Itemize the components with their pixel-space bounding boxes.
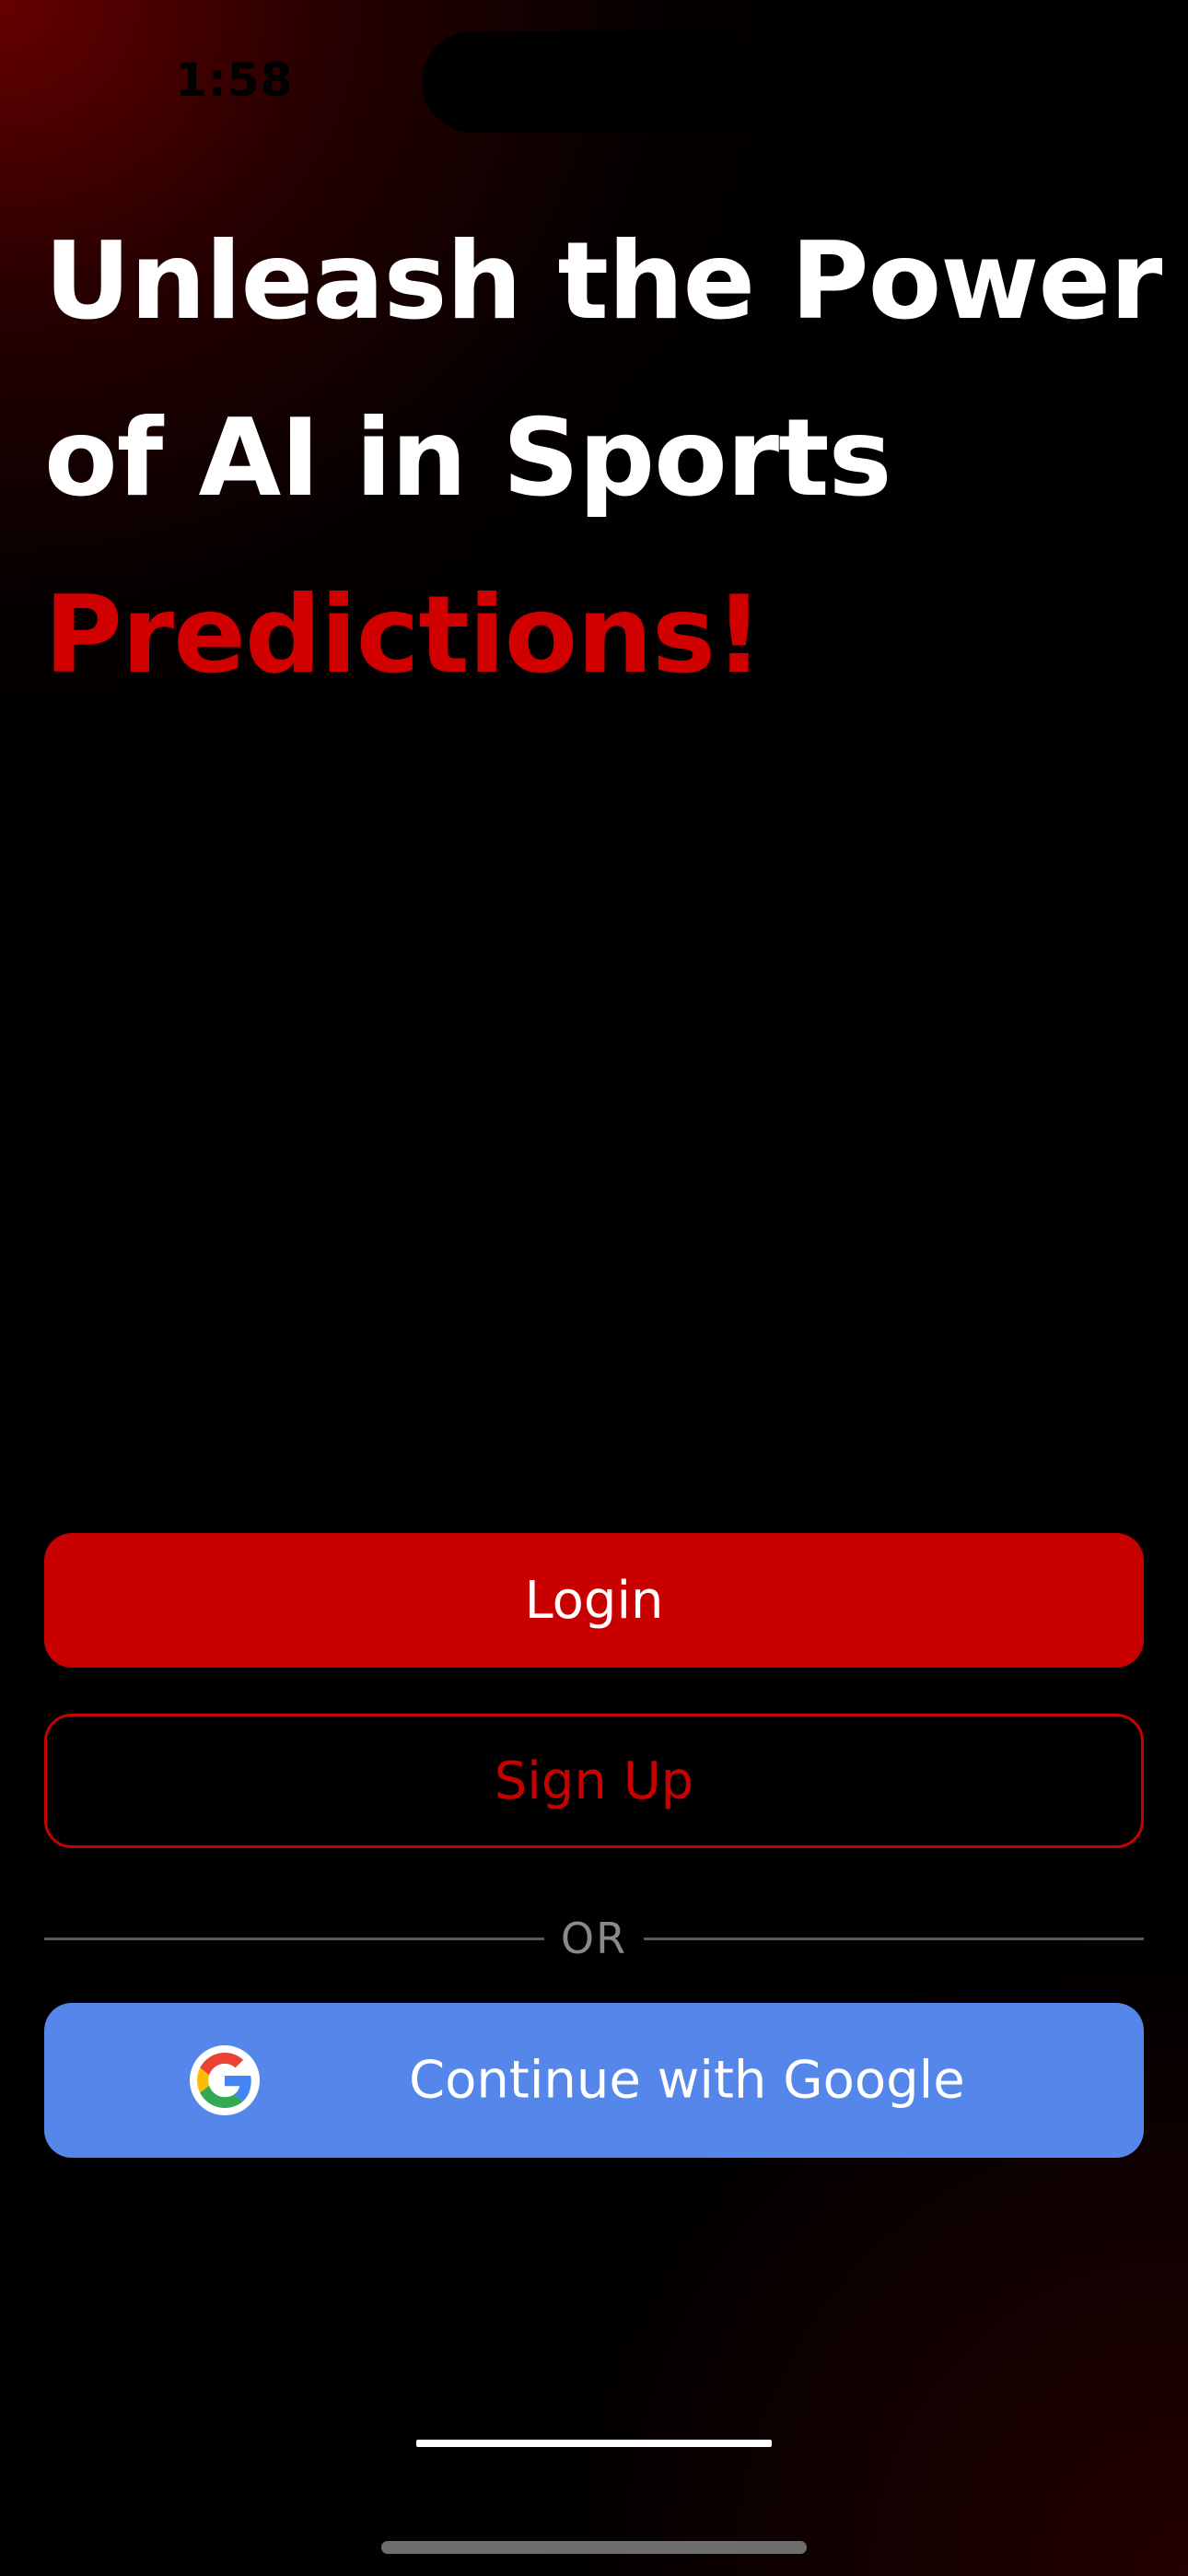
divider-label: OR	[560, 1914, 628, 1963]
signup-button[interactable]: Sign Up	[44, 1714, 1144, 1848]
status-icons	[936, 63, 1087, 88]
wifi-icon	[985, 64, 1019, 88]
divider-rule-right	[644, 1937, 1145, 1940]
hero-line-3: Predictions!	[44, 573, 763, 697]
signup-button-label: Sign Up	[494, 1751, 694, 1811]
hero-headline: Unleash the Power of AI in Sports Predic…	[44, 193, 1162, 724]
google-signin-button[interactable]: Continue with Google	[44, 2003, 1144, 2158]
bottom-line	[416, 2440, 772, 2447]
dynamic-island	[422, 31, 766, 133]
battery-icon	[1031, 63, 1087, 88]
or-divider: OR	[44, 1909, 1145, 1968]
welcome-screen: 1:58 Unleash the Power of AI in Sports P…	[0, 0, 1188, 2576]
signal-icon	[936, 64, 973, 88]
google-logo-svg	[197, 2053, 251, 2108]
login-button-label: Login	[524, 1570, 664, 1631]
home-indicator[interactable]	[381, 2541, 807, 2554]
google-button-label: Continue with Google	[409, 2050, 965, 2111]
status-time: 1:58	[175, 53, 294, 107]
login-button[interactable]: Login	[44, 1533, 1144, 1668]
divider-rule-left	[44, 1937, 544, 1940]
hero-line-1: Unleash the Power	[44, 219, 1162, 344]
google-g-icon	[190, 2045, 260, 2115]
hero-line-2: of AI in Sports	[44, 396, 892, 521]
